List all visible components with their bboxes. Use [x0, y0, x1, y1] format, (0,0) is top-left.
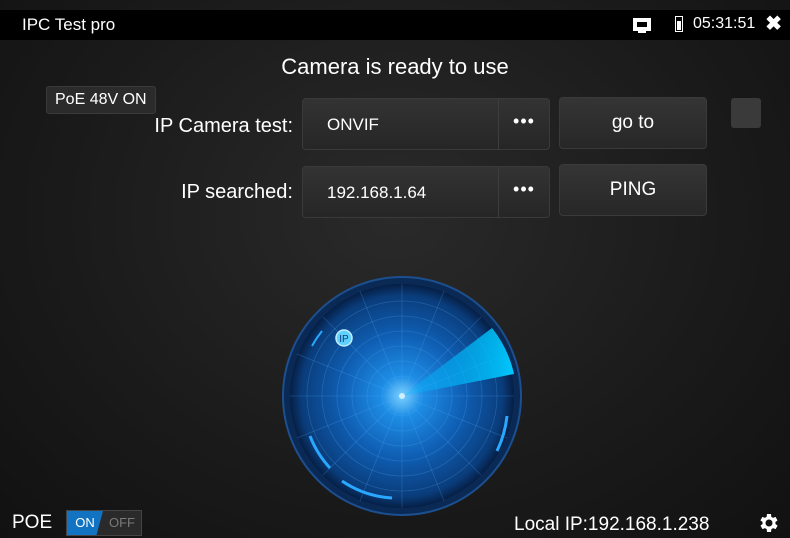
poe-toggle-on: ON [67, 511, 103, 535]
battery-icon [674, 16, 683, 32]
monitor-icon [632, 17, 651, 33]
ip-searched-value: 192.168.1.64 [327, 183, 427, 202]
camera-test-label: IP Camera test: [154, 115, 293, 137]
camera-test-select[interactable]: ONVIF ••• [302, 98, 550, 150]
ip-marker-label: IP [339, 334, 349, 345]
local-ip-text: Local IP:192.168.1.238 [514, 514, 710, 535]
poe-toggle[interactable]: ON OFF [66, 510, 142, 536]
status-area: 05:31:51 ✖ [632, 14, 782, 34]
poe-toggle-off: OFF [109, 515, 135, 530]
camera-test-value: ONVIF [327, 115, 379, 134]
close-icon[interactable]: ✖ [765, 14, 782, 34]
clock: 05:31:51 [692, 15, 756, 32]
option-checkbox[interactable] [731, 98, 761, 128]
ip-searched-select[interactable]: 192.168.1.64 ••• [302, 166, 550, 218]
go-to-button[interactable]: go to [559, 97, 707, 149]
ip-searched-more-button[interactable]: ••• [498, 167, 549, 217]
status-message: Camera is ready to use [281, 54, 509, 79]
app-title: IPC Test pro [22, 15, 116, 34]
radar-scanner: IP [282, 276, 522, 516]
poe-label: POE [12, 512, 53, 533]
camera-test-more-button[interactable]: ••• [498, 99, 549, 149]
gear-icon[interactable] [756, 511, 780, 535]
ip-marker-icon[interactable]: IP [335, 329, 353, 347]
ip-searched-label: IP searched: [181, 181, 293, 203]
poe-status-badge: PoE 48V ON [46, 86, 156, 114]
ping-button[interactable]: PING [559, 164, 707, 216]
title-bar: IPC Test pro 05:31:51 ✖ [0, 10, 790, 40]
